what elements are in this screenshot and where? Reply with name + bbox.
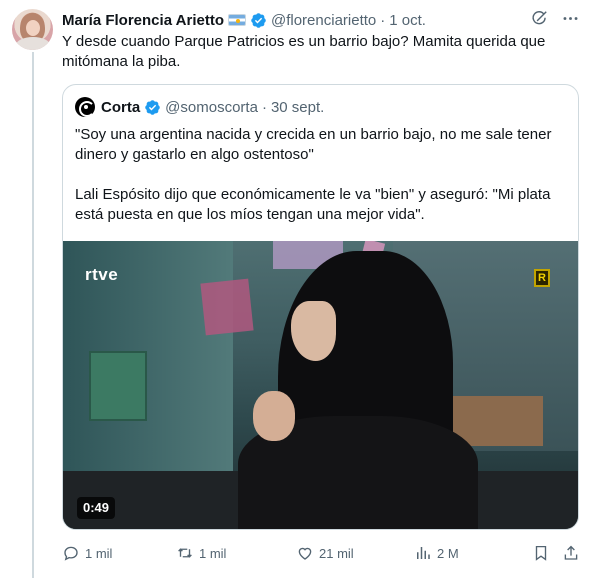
tweet-text: Y desde cuando Parque Patricios es un ba… <box>62 33 546 70</box>
tweet[interactable]: María Florencia Arietto @florenciarietto… <box>0 0 594 578</box>
quoted-paragraph-1: "Soy una argentina nacida y crecida en u… <box>75 126 552 163</box>
retweet-icon <box>178 548 192 558</box>
tweet-timestamp[interactable]: 1 oct. <box>389 12 426 29</box>
retweet-count: 1 mil <box>199 545 227 561</box>
tweet-actions: 1 mil 1 mil 21 mil 2 M <box>62 544 582 564</box>
verified-badge-icon <box>251 12 266 28</box>
views-count: 2 M <box>437 545 459 561</box>
video-duration: 0:49 <box>77 497 116 519</box>
separator-dot: · <box>380 11 386 29</box>
more-icon[interactable] <box>561 9 580 28</box>
heart-icon <box>298 547 312 560</box>
video-player[interactable]: rtve R 0:49 <box>63 241 578 529</box>
quoted-tweet[interactable]: Corta @somoscorta · 30 sept. "Soy una ar… <box>62 84 579 530</box>
rtve-logo: rtve <box>85 265 119 284</box>
argentina-flag-icon <box>227 14 246 26</box>
tweet-header: María Florencia Arietto @florenciarietto… <box>62 10 426 30</box>
bookmark-button[interactable] <box>532 544 555 562</box>
bookmark-icon <box>535 545 547 561</box>
quoted-paragraph-2: Lali Espósito dijo que económicamente le… <box>75 186 551 223</box>
thread-line <box>32 52 34 578</box>
views-button[interactable]: 2 M <box>414 544 459 562</box>
verified-badge-icon <box>145 99 160 115</box>
separator-dot: · <box>261 98 267 116</box>
share-icon <box>564 545 578 560</box>
author-name[interactable]: María Florencia Arietto <box>62 12 224 29</box>
tweet-top-icons <box>530 9 580 28</box>
reply-icon <box>64 546 78 561</box>
reply-button[interactable]: 1 mil <box>62 544 112 562</box>
like-button[interactable]: 21 mil <box>296 544 354 562</box>
quoted-tweet-timestamp[interactable]: 30 sept. <box>271 99 324 116</box>
analytics-icon <box>417 547 430 559</box>
grok-icon[interactable] <box>530 9 549 28</box>
quoted-tweet-text: "Soy una argentina nacida y crecida en u… <box>75 125 567 225</box>
like-count: 21 mil <box>319 545 354 561</box>
reply-count: 1 mil <box>85 545 113 561</box>
age-rating-badge: R <box>534 269 550 287</box>
quoted-tweet-header: Corta @somoscorta · 30 sept. <box>75 97 324 117</box>
author-avatar[interactable] <box>12 9 53 50</box>
quoted-author-name[interactable]: Corta <box>101 99 140 116</box>
quoted-author-handle[interactable]: @somoscorta <box>165 99 258 116</box>
author-handle[interactable]: @florenciarietto <box>271 12 376 29</box>
share-button[interactable] <box>562 544 585 562</box>
corta-logo-avatar[interactable] <box>75 97 95 117</box>
retweet-button[interactable]: 1 mil <box>176 544 226 562</box>
